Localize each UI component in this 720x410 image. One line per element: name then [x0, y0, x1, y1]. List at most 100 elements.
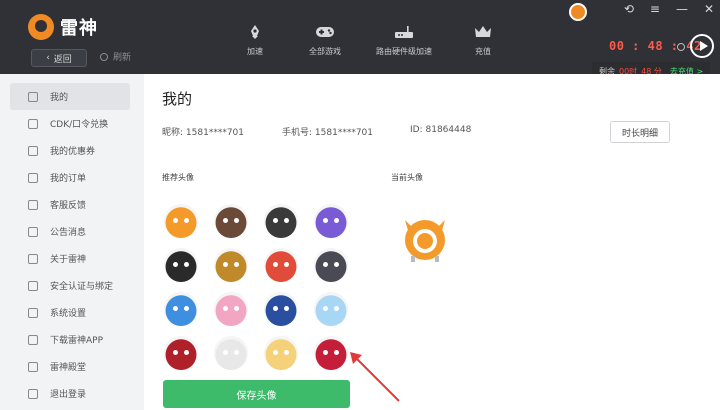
sidebar-item-hall[interactable]: 雷神殿堂 [10, 353, 130, 380]
nickname-row: 昵称: 1581****701 [162, 125, 244, 138]
nav-boost[interactable]: 加速 [220, 24, 290, 57]
sidebar-item-orders[interactable]: 我的订单 [10, 164, 130, 191]
sidebar-item-label: 退出登录 [50, 390, 87, 400]
gamepad-icon [314, 24, 336, 40]
router-icon [393, 24, 415, 40]
avatar-option-pink-girl[interactable] [214, 292, 248, 326]
sidebar-item-label: 我的订单 [50, 174, 87, 184]
avatar-option-gold-warrior[interactable] [214, 248, 248, 282]
gift-icon [28, 118, 38, 129]
nav-all-games-label: 全部游戏 [309, 47, 341, 56]
nav-router-boost[interactable]: 路由硬件级加速 [360, 24, 448, 57]
minimize-icon[interactable]: — [676, 2, 688, 16]
main-panel: 我的 昵称: 1581****701 手机号: 1581****701 ID: … [144, 74, 720, 410]
avatar-option-blonde-kid[interactable] [264, 336, 298, 370]
id-value: 81864448 [425, 125, 472, 135]
main-nav: 加速 全部游戏 路由硬件级加速 充值 [220, 24, 518, 57]
nav-boost-label: 加速 [247, 47, 263, 56]
chevron-left-icon: ‹ [46, 53, 50, 63]
sidebar-item-support[interactable]: 客服反馈 [10, 191, 130, 218]
start-boost-button[interactable] [690, 34, 714, 58]
sidebar-item-label: 雷神殿堂 [50, 363, 87, 373]
phone-label: 手机号: [282, 128, 313, 138]
avatar-option-ice-cat[interactable] [314, 292, 348, 326]
refresh-icon [100, 52, 108, 61]
recommended-avatars-label: 推荐头像 [162, 173, 194, 182]
refresh-label: 刷新 [113, 53, 132, 63]
back-label: 返回 [53, 54, 72, 65]
close-icon[interactable]: ✕ [704, 2, 714, 16]
avatar-option-purple-hero[interactable] [314, 204, 348, 238]
rocket-icon [244, 24, 266, 40]
app-window: 雷神 ‹ 返回 刷新 加速 全部游戏 路由硬件级加速 充值 ⟲ ≡ — ✕ 00… [0, 0, 720, 410]
sidebar-item-label: 关于雷神 [50, 255, 87, 265]
speaker-icon [28, 226, 38, 237]
avatar-option-panda[interactable] [264, 204, 298, 238]
refresh-button[interactable]: 刷新 [100, 50, 131, 63]
avatar-option-blue-robot[interactable] [164, 292, 198, 326]
logo-icon [28, 14, 54, 40]
crown-icon [472, 24, 494, 40]
boost-timer: 00 : 48 : 42 [609, 39, 702, 53]
sidebar-item-label: 客服反馈 [50, 201, 87, 211]
sidebar-item-notices[interactable]: 公告消息 [10, 218, 130, 245]
avatar-option-blue-captain[interactable] [264, 292, 298, 326]
support-icon [28, 199, 38, 210]
save-avatar-button[interactable]: 保存头像 [163, 380, 350, 408]
sidebar-item-label: 公告消息 [50, 228, 87, 238]
app-name: 雷神 [60, 18, 98, 39]
sidebar-item-label: CDK/口令兑换 [50, 120, 109, 130]
top-bar: 雷神 ‹ 返回 刷新 加速 全部游戏 路由硬件级加速 充值 ⟲ ≡ — ✕ 00… [0, 0, 720, 80]
timer-status-icon [677, 43, 685, 51]
logout-icon [28, 388, 38, 399]
sidebar-item-label: 我的优惠券 [50, 147, 96, 157]
sidebar-item-cdk[interactable]: CDK/口令兑换 [10, 110, 130, 137]
sidebar-item-security[interactable]: 安全认证与绑定 [10, 272, 130, 299]
avatar-option-black-ninja[interactable] [164, 248, 198, 282]
avatar-option-red-bird[interactable] [264, 248, 298, 282]
user-avatar[interactable] [569, 3, 587, 21]
id-label: ID: [410, 125, 423, 135]
avatar-option-red-devil[interactable] [314, 336, 348, 370]
sidebar-item-label: 安全认证与绑定 [50, 282, 114, 292]
info-icon [28, 253, 38, 264]
annotation-arrow-icon [350, 352, 400, 402]
sidebar-item-about[interactable]: 关于雷神 [10, 245, 130, 272]
back-button[interactable]: ‹ 返回 [31, 49, 87, 67]
sidebar-item-logout[interactable]: 退出登录 [10, 380, 130, 407]
order-icon [28, 172, 38, 183]
avatar-option-orange-mascot[interactable] [164, 204, 198, 238]
coupon-icon [28, 145, 38, 156]
nav-recharge[interactable]: 充值 [448, 24, 518, 57]
phone-icon [28, 334, 38, 345]
phone-row: 手机号: 1581****701 [282, 125, 373, 138]
logo: 雷神 [28, 14, 98, 40]
avatar-option-white-bunny[interactable] [214, 336, 248, 370]
nav-recharge-label: 充值 [475, 47, 491, 56]
sidebar-item-label: 系统设置 [50, 309, 87, 319]
leaf-icon [28, 361, 38, 372]
avatar-option-red-demon[interactable] [164, 336, 198, 370]
home-icon [28, 91, 38, 102]
menu-icon[interactable]: ≡ [650, 2, 660, 16]
nav-all-games[interactable]: 全部游戏 [290, 24, 360, 57]
window-controls: ⟲ ≡ — ✕ [588, 2, 714, 16]
current-avatar-label: 当前头像 [391, 173, 423, 182]
sidebar-item-label: 下载雷神APP [50, 336, 104, 346]
nav-router-label: 路由硬件级加速 [376, 47, 432, 56]
shield-icon [28, 280, 38, 291]
sidebar: 我的 CDK/口令兑换 我的优惠券 我的订单 客服反馈 公告消息 关于雷神 安全… [0, 74, 140, 410]
sidebar-item-label: 我的 [50, 93, 69, 103]
page-title: 我的 [162, 90, 193, 108]
sidebar-item-download-app[interactable]: 下载雷神APP [10, 326, 130, 353]
sidebar-item-mine[interactable]: 我的 [10, 83, 130, 110]
sidebar-item-settings[interactable]: 系统设置 [10, 299, 130, 326]
nickname-label: 昵称: [162, 128, 184, 138]
duration-details-button[interactable]: 时长明细 [610, 121, 670, 143]
phone-value: 1581****701 [314, 128, 374, 138]
avatar-option-goggles[interactable] [314, 248, 348, 282]
sidebar-item-coupons[interactable]: 我的优惠券 [10, 137, 130, 164]
avatar-option-dark-hood[interactable] [214, 204, 248, 238]
support-icon[interactable]: ⟲ [624, 2, 634, 16]
id-row: ID: 81864448 [410, 125, 471, 135]
